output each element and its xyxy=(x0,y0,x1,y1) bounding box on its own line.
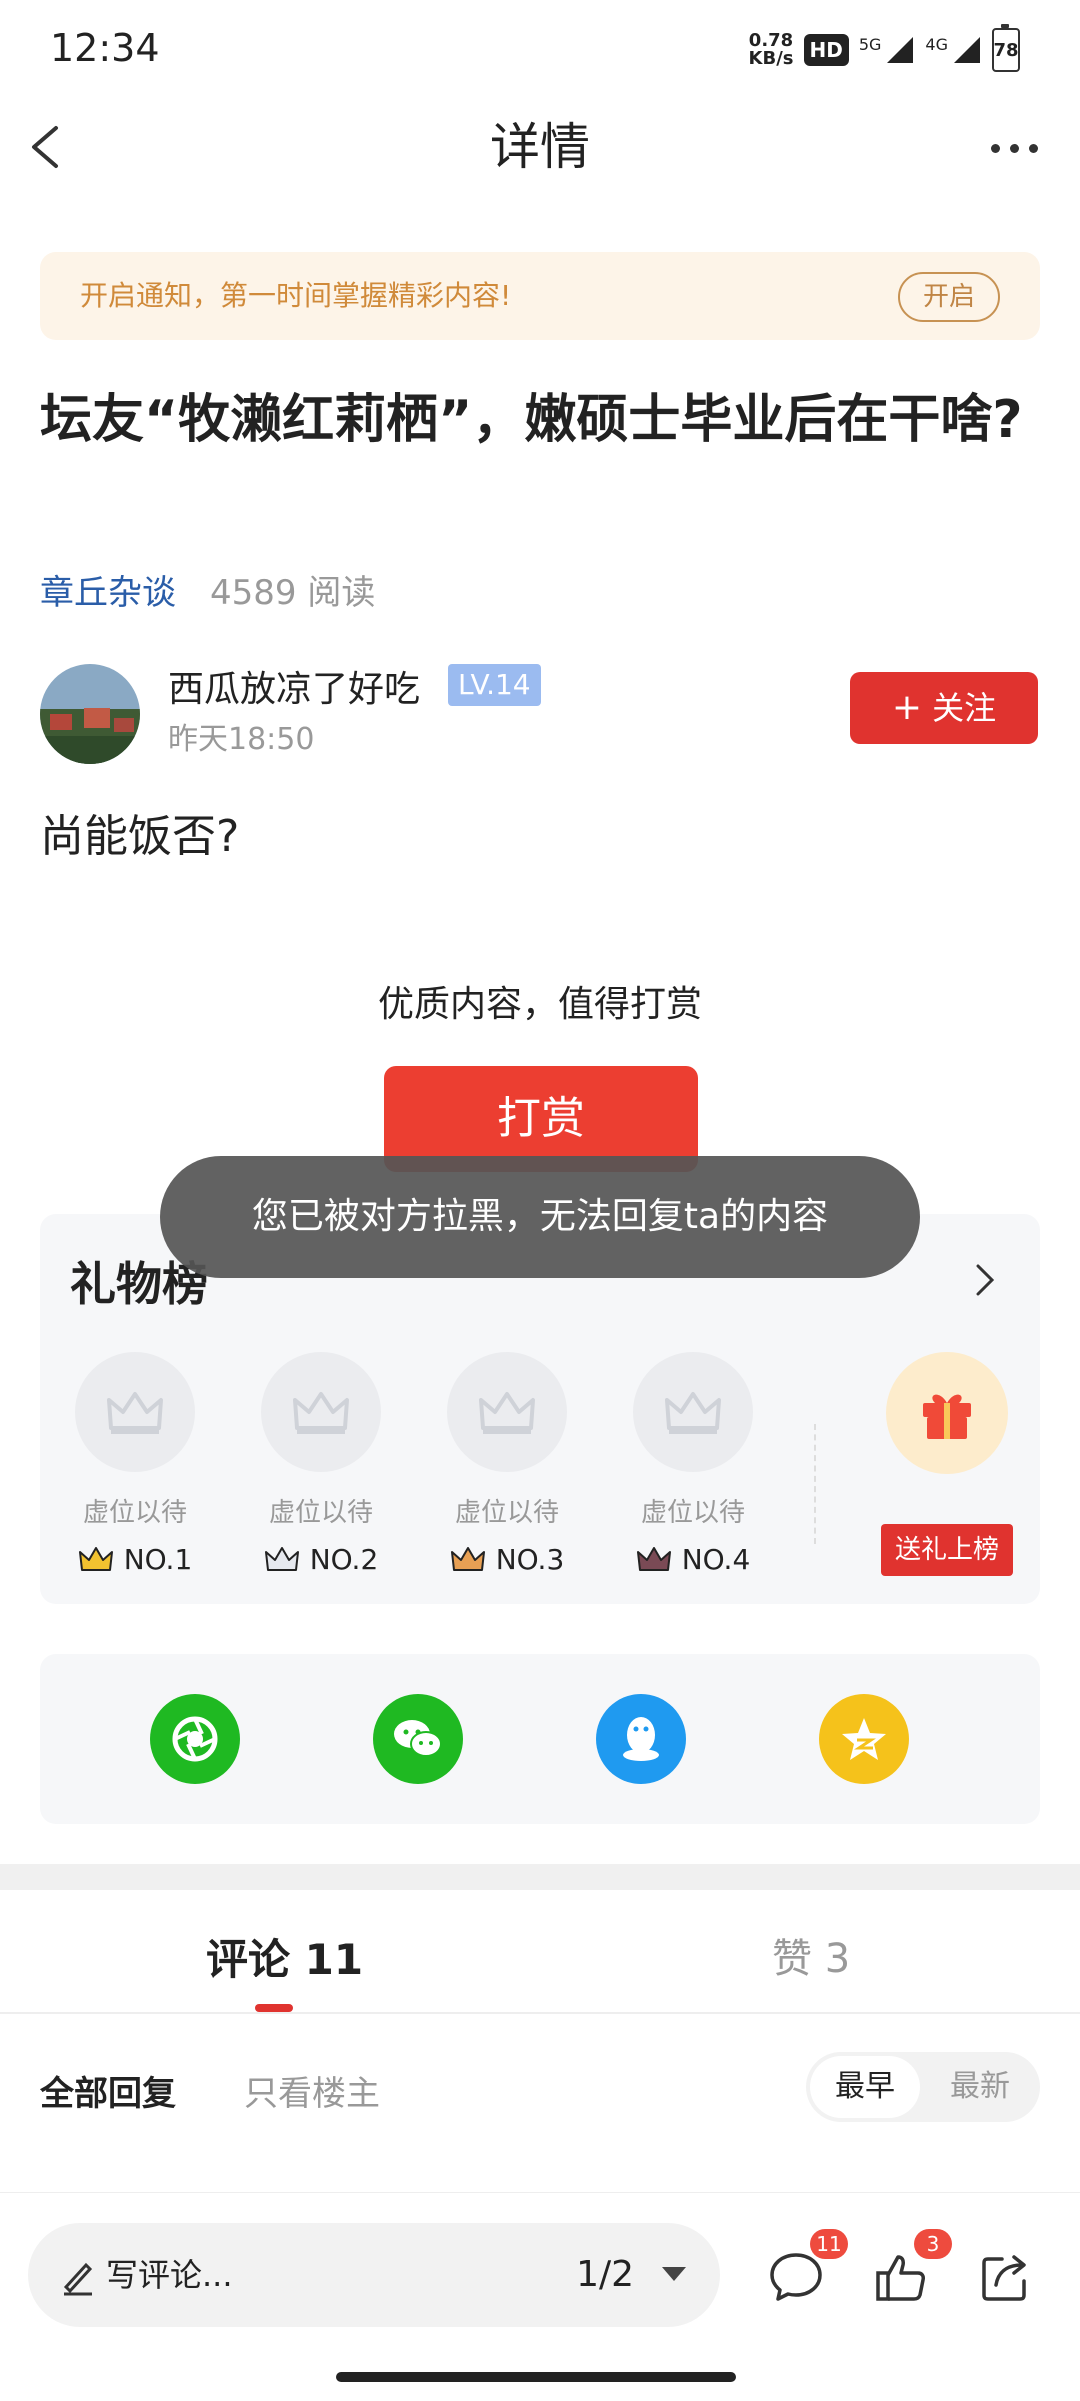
chevron-right-icon[interactable] xyxy=(970,1260,1000,1300)
post-body: 尚能饭否? xyxy=(40,811,240,862)
caret-down-icon[interactable] xyxy=(662,2267,686,2281)
sort-toggle: 最早 最新 xyxy=(806,2052,1040,2122)
gift-slot-label: 虚位以待 xyxy=(268,1498,373,1528)
battery-icon: 78 xyxy=(992,24,1020,72)
page-indicator[interactable]: 1/2 xyxy=(576,2223,634,2327)
crown-dark-icon xyxy=(636,1546,671,1571)
forum-link[interactable]: 章丘杂谈 xyxy=(40,565,176,614)
gift-slot-label: 虚位以待 xyxy=(454,1498,559,1528)
sort-latest-button[interactable]: 最新 xyxy=(930,2056,1030,2118)
signal-4g-icon: 4G xyxy=(925,35,982,65)
like-count-badge: 3 xyxy=(914,2229,952,2259)
filter-all-replies[interactable]: 全部回复 xyxy=(40,2066,176,2115)
empty-crown-icon xyxy=(75,1352,195,1472)
gift-slot-rank: NO.3 xyxy=(432,1543,582,1576)
tab-divider xyxy=(0,2012,1080,2014)
notification-banner: 开启通知，第一时间掌握精彩内容! 开启 xyxy=(40,252,1040,340)
avatar[interactable] xyxy=(40,664,140,764)
empty-crown-icon xyxy=(633,1352,753,1472)
crown-bronze-icon xyxy=(450,1546,485,1571)
gift-slot: 虚位以待 NO.4 xyxy=(618,1352,768,1576)
author-name[interactable]: 西瓜放凉了好吃 xyxy=(168,660,420,712)
comment-count-badge: 11 xyxy=(810,2229,848,2259)
enable-notification-button[interactable]: 开启 xyxy=(898,272,1000,322)
follow-button[interactable]: + 关注 xyxy=(850,672,1038,744)
gift-divider xyxy=(814,1424,816,1544)
gift-slot-rank: NO.2 xyxy=(246,1543,396,1576)
filter-owner-only[interactable]: 只看楼主 xyxy=(244,2066,380,2115)
post-time: 昨天18:50 xyxy=(168,722,315,757)
qq-share-icon[interactable] xyxy=(596,1694,686,1784)
status-icons: 0.78 KB/s HD 5G 4G 78 xyxy=(748,24,1020,72)
wechat-share-icon[interactable] xyxy=(373,1694,463,1784)
gift-slot: 虚位以待 NO.2 xyxy=(246,1352,396,1576)
blocked-toast: 您已被对方拉黑，无法回复ta的内容 xyxy=(160,1156,920,1278)
page-title: 详情 xyxy=(490,118,590,176)
notification-banner-text: 开启通知，第一时间掌握精彩内容! xyxy=(80,279,512,312)
home-indicator[interactable] xyxy=(336,2372,736,2382)
gift-box-icon[interactable] xyxy=(886,1352,1008,1474)
tab-comments[interactable]: 评论 11 xyxy=(206,1926,363,1987)
comment-placeholder: 写评论... xyxy=(106,2256,233,2294)
empty-crown-icon xyxy=(261,1352,381,1472)
send-gift-button[interactable]: 送礼上榜 xyxy=(881,1524,1013,1576)
reward-prompt: 优质内容，值得打赏 xyxy=(377,984,702,1025)
signal-5g-icon: 5G xyxy=(859,35,916,65)
empty-crown-icon xyxy=(447,1352,567,1472)
pencil-icon xyxy=(58,2257,98,2297)
section-separator xyxy=(0,1864,1080,1890)
status-time: 12:34 xyxy=(50,26,160,70)
sort-earliest-button[interactable]: 最早 xyxy=(810,2056,920,2118)
share-icon[interactable] xyxy=(976,2247,1036,2307)
hd-badge: HD xyxy=(803,34,849,66)
read-count: 4589 阅读 xyxy=(210,573,376,613)
more-icon[interactable] xyxy=(991,128,1038,168)
share-bar xyxy=(40,1654,1040,1824)
gift-slot: 虚位以待 NO.3 xyxy=(432,1352,582,1576)
gift-slot-rank: NO.1 xyxy=(60,1543,210,1576)
tab-active-indicator xyxy=(255,2004,293,2012)
plus-icon: + xyxy=(891,687,923,728)
qzone-share-icon[interactable] xyxy=(819,1694,909,1784)
gift-slot: 虚位以待 NO.1 xyxy=(60,1352,210,1576)
tab-likes[interactable]: 赞 3 xyxy=(772,1926,850,1984)
gift-slot-label: 虚位以待 xyxy=(82,1498,187,1528)
post-title: 坛友“牧濑红莉栖”，嫩硕士毕业后在干啥? xyxy=(40,390,1023,450)
crown-gold-icon xyxy=(78,1546,113,1571)
comment-input[interactable]: 写评论... 1/2 xyxy=(28,2223,720,2327)
crown-silver-icon xyxy=(264,1546,299,1571)
bottom-action-bar: 写评论... 1/2 11 3 xyxy=(0,2192,1080,2401)
network-speed: 0.78 KB/s xyxy=(748,30,794,69)
gift-slot-rank: NO.4 xyxy=(618,1543,768,1576)
gift-slot-label: 虚位以待 xyxy=(640,1498,745,1528)
moments-share-icon[interactable] xyxy=(150,1694,240,1784)
level-badge: LV.14 xyxy=(448,664,541,706)
